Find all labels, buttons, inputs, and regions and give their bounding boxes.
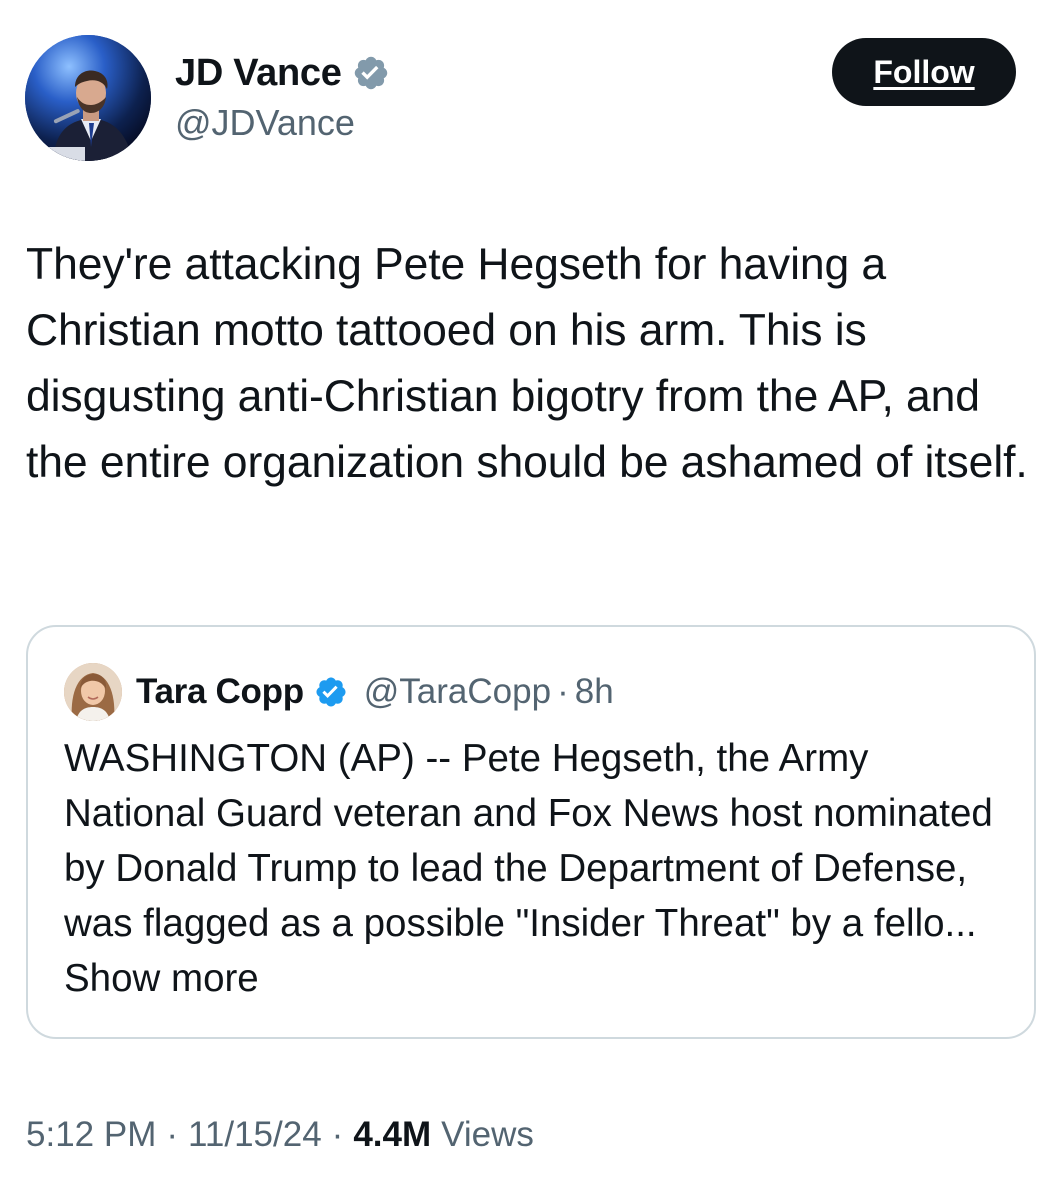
quoted-separator: · [557, 672, 569, 711]
meta-separator: · [331, 1115, 344, 1154]
tweet-text: They're attacking Pete Hegseth for havin… [26, 240, 1028, 487]
quoted-timestamp[interactable]: 8h [575, 672, 614, 712]
tweet-time[interactable]: 5:12 PM [26, 1115, 156, 1155]
tweet-date[interactable]: 11/15/24 [188, 1115, 322, 1155]
verified-badge-icon [352, 54, 390, 92]
quoted-author-name[interactable]: Tara Copp [136, 672, 304, 712]
author-name[interactable]: JD Vance [175, 52, 342, 95]
show-more-link[interactable]: Show more [64, 957, 259, 1000]
author-handle[interactable]: @JDVance [175, 102, 355, 144]
quoted-tweet-text: WASHINGTON (AP) -- Pete Hegseth, the Arm… [64, 731, 1014, 1006]
views-count[interactable]: 4.4M [353, 1115, 431, 1155]
quoted-tweet[interactable]: Tara Copp @TaraCopp · 8h WASHINGTON (AP)… [26, 625, 1036, 1039]
views-label[interactable]: Views [441, 1115, 534, 1155]
author-name-row: JD Vance [175, 50, 390, 96]
quoted-author-avatar[interactable] [64, 663, 122, 721]
quoted-header: Tara Copp @TaraCopp · 8h [136, 667, 614, 717]
author-avatar[interactable] [25, 35, 151, 161]
verified-badge-icon [314, 675, 348, 709]
meta-separator: · [166, 1115, 179, 1154]
author-avatar-image [25, 35, 151, 161]
follow-button[interactable]: Follow [832, 38, 1016, 106]
quoted-author-handle[interactable]: @TaraCopp [364, 672, 551, 712]
tweet-card: JD Vance @JDVance Follow They're attacki… [0, 0, 1039, 1200]
tweet-meta: 5:12 PM · 11/15/24 · 4.4M Views [26, 1110, 534, 1160]
quoted-avatar-image [64, 663, 122, 721]
quoted-text-body: WASHINGTON (AP) -- Pete Hegseth, the Arm… [64, 737, 993, 945]
